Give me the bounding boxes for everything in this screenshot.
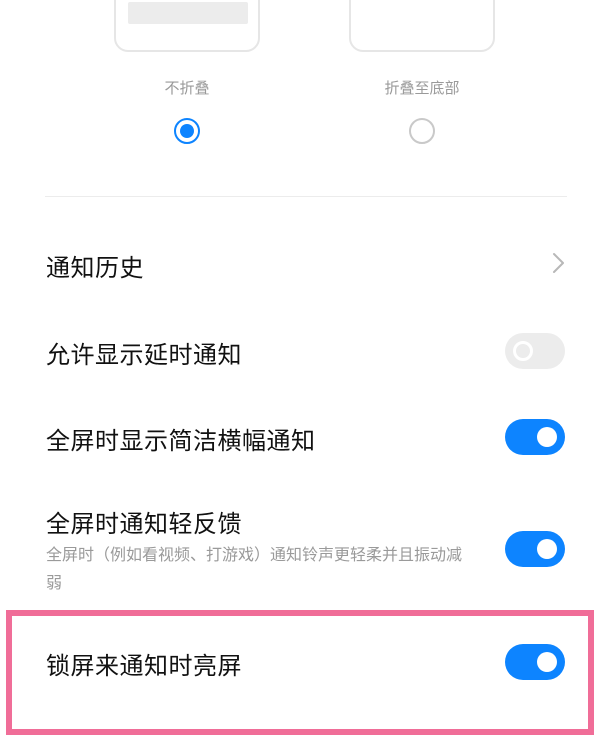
- toggle-knob: [537, 427, 557, 447]
- delayed-notification-label: 允许显示延时通知: [46, 341, 242, 369]
- preview-no-collapse: [114, 0, 260, 52]
- fullscreen-feedback-label: 全屏时通知轻反馈: [46, 510, 242, 538]
- toggle-knob: [513, 341, 533, 361]
- preview-collapse-bottom: [349, 0, 495, 52]
- fullscreen-banner-label: 全屏时显示简洁横幅通知: [46, 427, 316, 455]
- option-label-no-collapse: 不折叠: [164, 79, 210, 97]
- highlight-annotation-box: [6, 610, 594, 735]
- section-divider: [45, 196, 567, 197]
- radio-selected-dot: [180, 124, 194, 138]
- radio-no-collapse[interactable]: [174, 118, 200, 144]
- fullscreen-feedback-toggle[interactable]: [505, 531, 565, 567]
- chevron-right-icon: [553, 253, 564, 273]
- option-label-collapse-bottom: 折叠至底部: [384, 79, 460, 97]
- fullscreen-feedback-description: 全屏时（例如看视频、打游戏）通知铃声更轻柔并且振动减弱: [46, 545, 463, 592]
- toggle-knob: [537, 539, 557, 559]
- notification-history-row[interactable]: 通知历史: [46, 248, 144, 283]
- radio-collapse-bottom[interactable]: [409, 118, 435, 144]
- delayed-notification-toggle[interactable]: [505, 333, 565, 369]
- fullscreen-banner-toggle[interactable]: [505, 419, 565, 455]
- preview-notification-bar: [128, 2, 248, 24]
